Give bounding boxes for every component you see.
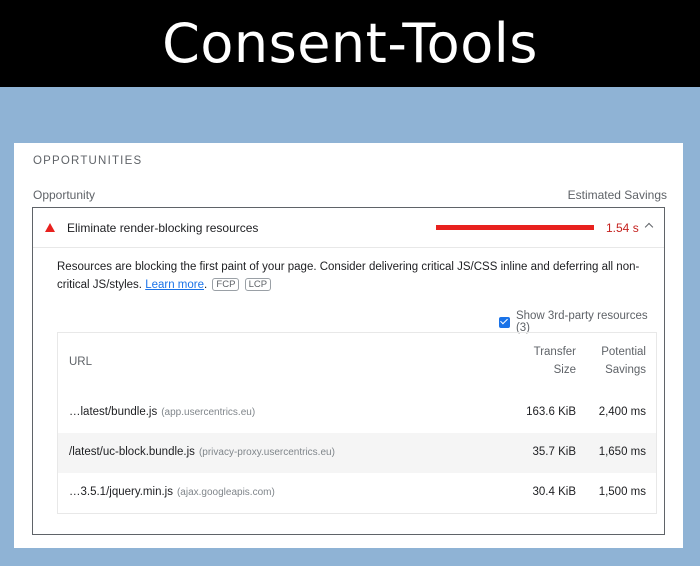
resource-url[interactable]: …latest/bundle.js (app.usercentrics.eu) (69, 406, 255, 418)
resource-url[interactable]: …3.5.1/jquery.min.js (ajax.googleapis.com… (69, 486, 275, 498)
third-party-toggle[interactable]: Show 3rd-party resources (3) (499, 310, 664, 334)
audit-description: Resources are blocking the first paint o… (57, 261, 640, 291)
learn-more-link[interactable]: Learn more (145, 279, 204, 291)
resource-host: (app.usercentrics.eu) (161, 407, 256, 418)
metric-badge-fcp: FCP (212, 278, 240, 291)
resource-savings: 2,400 ms (598, 406, 646, 418)
table-row: /latest/uc-block.bundle.js (privacy-proxy… (58, 433, 656, 473)
potential-savings-header: Potential Savings (601, 346, 646, 376)
resource-savings: 1,500 ms (598, 486, 646, 498)
section-title: OPPORTUNITIES (33, 155, 143, 167)
audit-header[interactable]: Eliminate render-blocking resources 1.54… (33, 208, 664, 248)
resource-savings: 1,650 ms (598, 446, 646, 458)
audit-render-blocking: Eliminate render-blocking resources 1.54… (32, 207, 665, 535)
table-row: …3.5.1/jquery.min.js (ajax.googleapis.com… (58, 473, 656, 513)
banner-title: Consent-Tools (0, 0, 700, 87)
resource-size: 163.6 KiB (526, 406, 576, 418)
url-header: URL (69, 356, 93, 368)
table-row: …latest/bundle.js (app.usercentrics.eu) 1… (58, 393, 656, 433)
metric-badge-lcp: LCP (244, 278, 272, 291)
resource-url[interactable]: /latest/uc-block.bundle.js (privacy-proxy… (69, 446, 335, 458)
transfer-size-header: Transfer Size (533, 346, 576, 376)
fail-triangle-icon (45, 223, 55, 232)
resources-table: URL Transfer Size Potential Savings …lat… (57, 332, 657, 514)
third-party-checkbox[interactable] (499, 316, 510, 328)
savings-value: 1.54 s (606, 221, 639, 235)
resource-host: (ajax.googleapis.com) (176, 487, 275, 498)
estimated-savings-column-header: Estimated Savings (567, 188, 667, 202)
audit-title: Eliminate render-blocking resources (67, 221, 259, 235)
resource-size: 30.4 KiB (532, 486, 576, 498)
third-party-label: Show 3rd-party resources (3) (515, 310, 648, 334)
opportunity-column-header: Opportunity (33, 188, 96, 202)
chevron-up-icon[interactable] (644, 222, 654, 232)
savings-bar (436, 225, 594, 230)
resource-size: 35.7 KiB (532, 446, 576, 458)
resource-host: (privacy-proxy.usercentrics.eu) (198, 447, 335, 458)
opportunities-panel: OPPORTUNITIES Opportunity Estimated Savi… (14, 143, 683, 548)
